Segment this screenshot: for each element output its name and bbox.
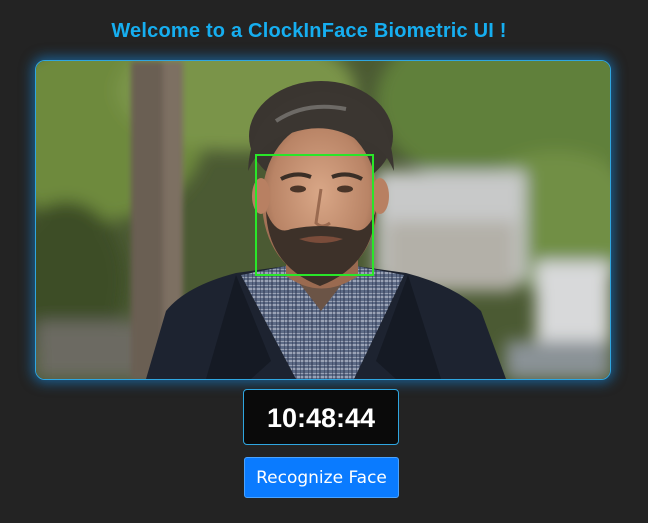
clock-display: 10:48:44 [243, 389, 399, 445]
page-title: Welcome to a ClockInFace Biometric UI ! [111, 20, 507, 42]
camera-feed [35, 60, 611, 380]
app-root: Welcome to a ClockInFace Biometric UI ! [0, 0, 648, 523]
recognize-face-button[interactable]: Recognize Face [244, 457, 399, 498]
face-detection-box [255, 154, 374, 276]
